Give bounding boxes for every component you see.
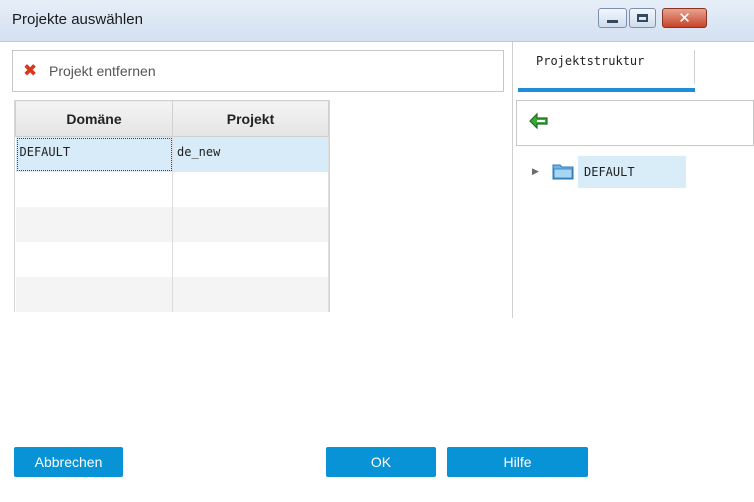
empty-row (15, 206, 329, 242)
minimize-icon (599, 9, 626, 27)
tab-label: Projektstruktur (536, 54, 645, 68)
empty-row (15, 276, 329, 312)
remove-project-button[interactable]: ✖ Projekt entfernen (23, 62, 156, 80)
tree-node-default[interactable]: ▶ DEFAULT (532, 156, 686, 188)
tab-active-indicator (518, 88, 695, 92)
tab-project-structure[interactable]: Projektstruktur (518, 48, 695, 92)
cell-domain[interactable]: DEFAULT (15, 136, 173, 172)
tree-node-label[interactable]: DEFAULT (578, 156, 686, 188)
project-table: Domäne Projekt DEFAULT de_new (14, 100, 330, 312)
folder-icon (552, 162, 574, 183)
window-title: Projekte auswählen (12, 11, 143, 28)
expand-arrow-icon[interactable]: ▶ (532, 167, 544, 177)
tab-separator (694, 50, 695, 84)
column-header-domain[interactable]: Domäne (15, 100, 173, 137)
navigation-box (516, 100, 754, 146)
maximize-button[interactable] (629, 8, 656, 28)
ok-button[interactable]: OK (326, 447, 436, 477)
remove-project-label: Projekt entfernen (49, 63, 156, 79)
close-button[interactable]: ✕ (662, 8, 707, 28)
minimize-button[interactable] (598, 8, 627, 28)
empty-row (15, 171, 329, 207)
green-back-arrow-icon[interactable] (529, 112, 549, 132)
cell-project[interactable]: de_new (172, 136, 329, 172)
table-row[interactable]: DEFAULT de_new (15, 136, 329, 172)
title-bar: Projekte auswählen ✕ (0, 0, 754, 42)
cancel-button[interactable]: Abbrechen (14, 447, 123, 477)
red-x-icon: ✖ (23, 61, 38, 81)
column-header-project[interactable]: Projekt (172, 100, 329, 137)
close-icon: ✕ (678, 9, 691, 27)
empty-row (15, 241, 329, 277)
toolbar: ✖ Projekt entfernen (12, 50, 504, 92)
help-button[interactable]: Hilfe (447, 447, 588, 477)
maximize-icon (630, 9, 655, 27)
panel-divider[interactable] (512, 42, 513, 318)
